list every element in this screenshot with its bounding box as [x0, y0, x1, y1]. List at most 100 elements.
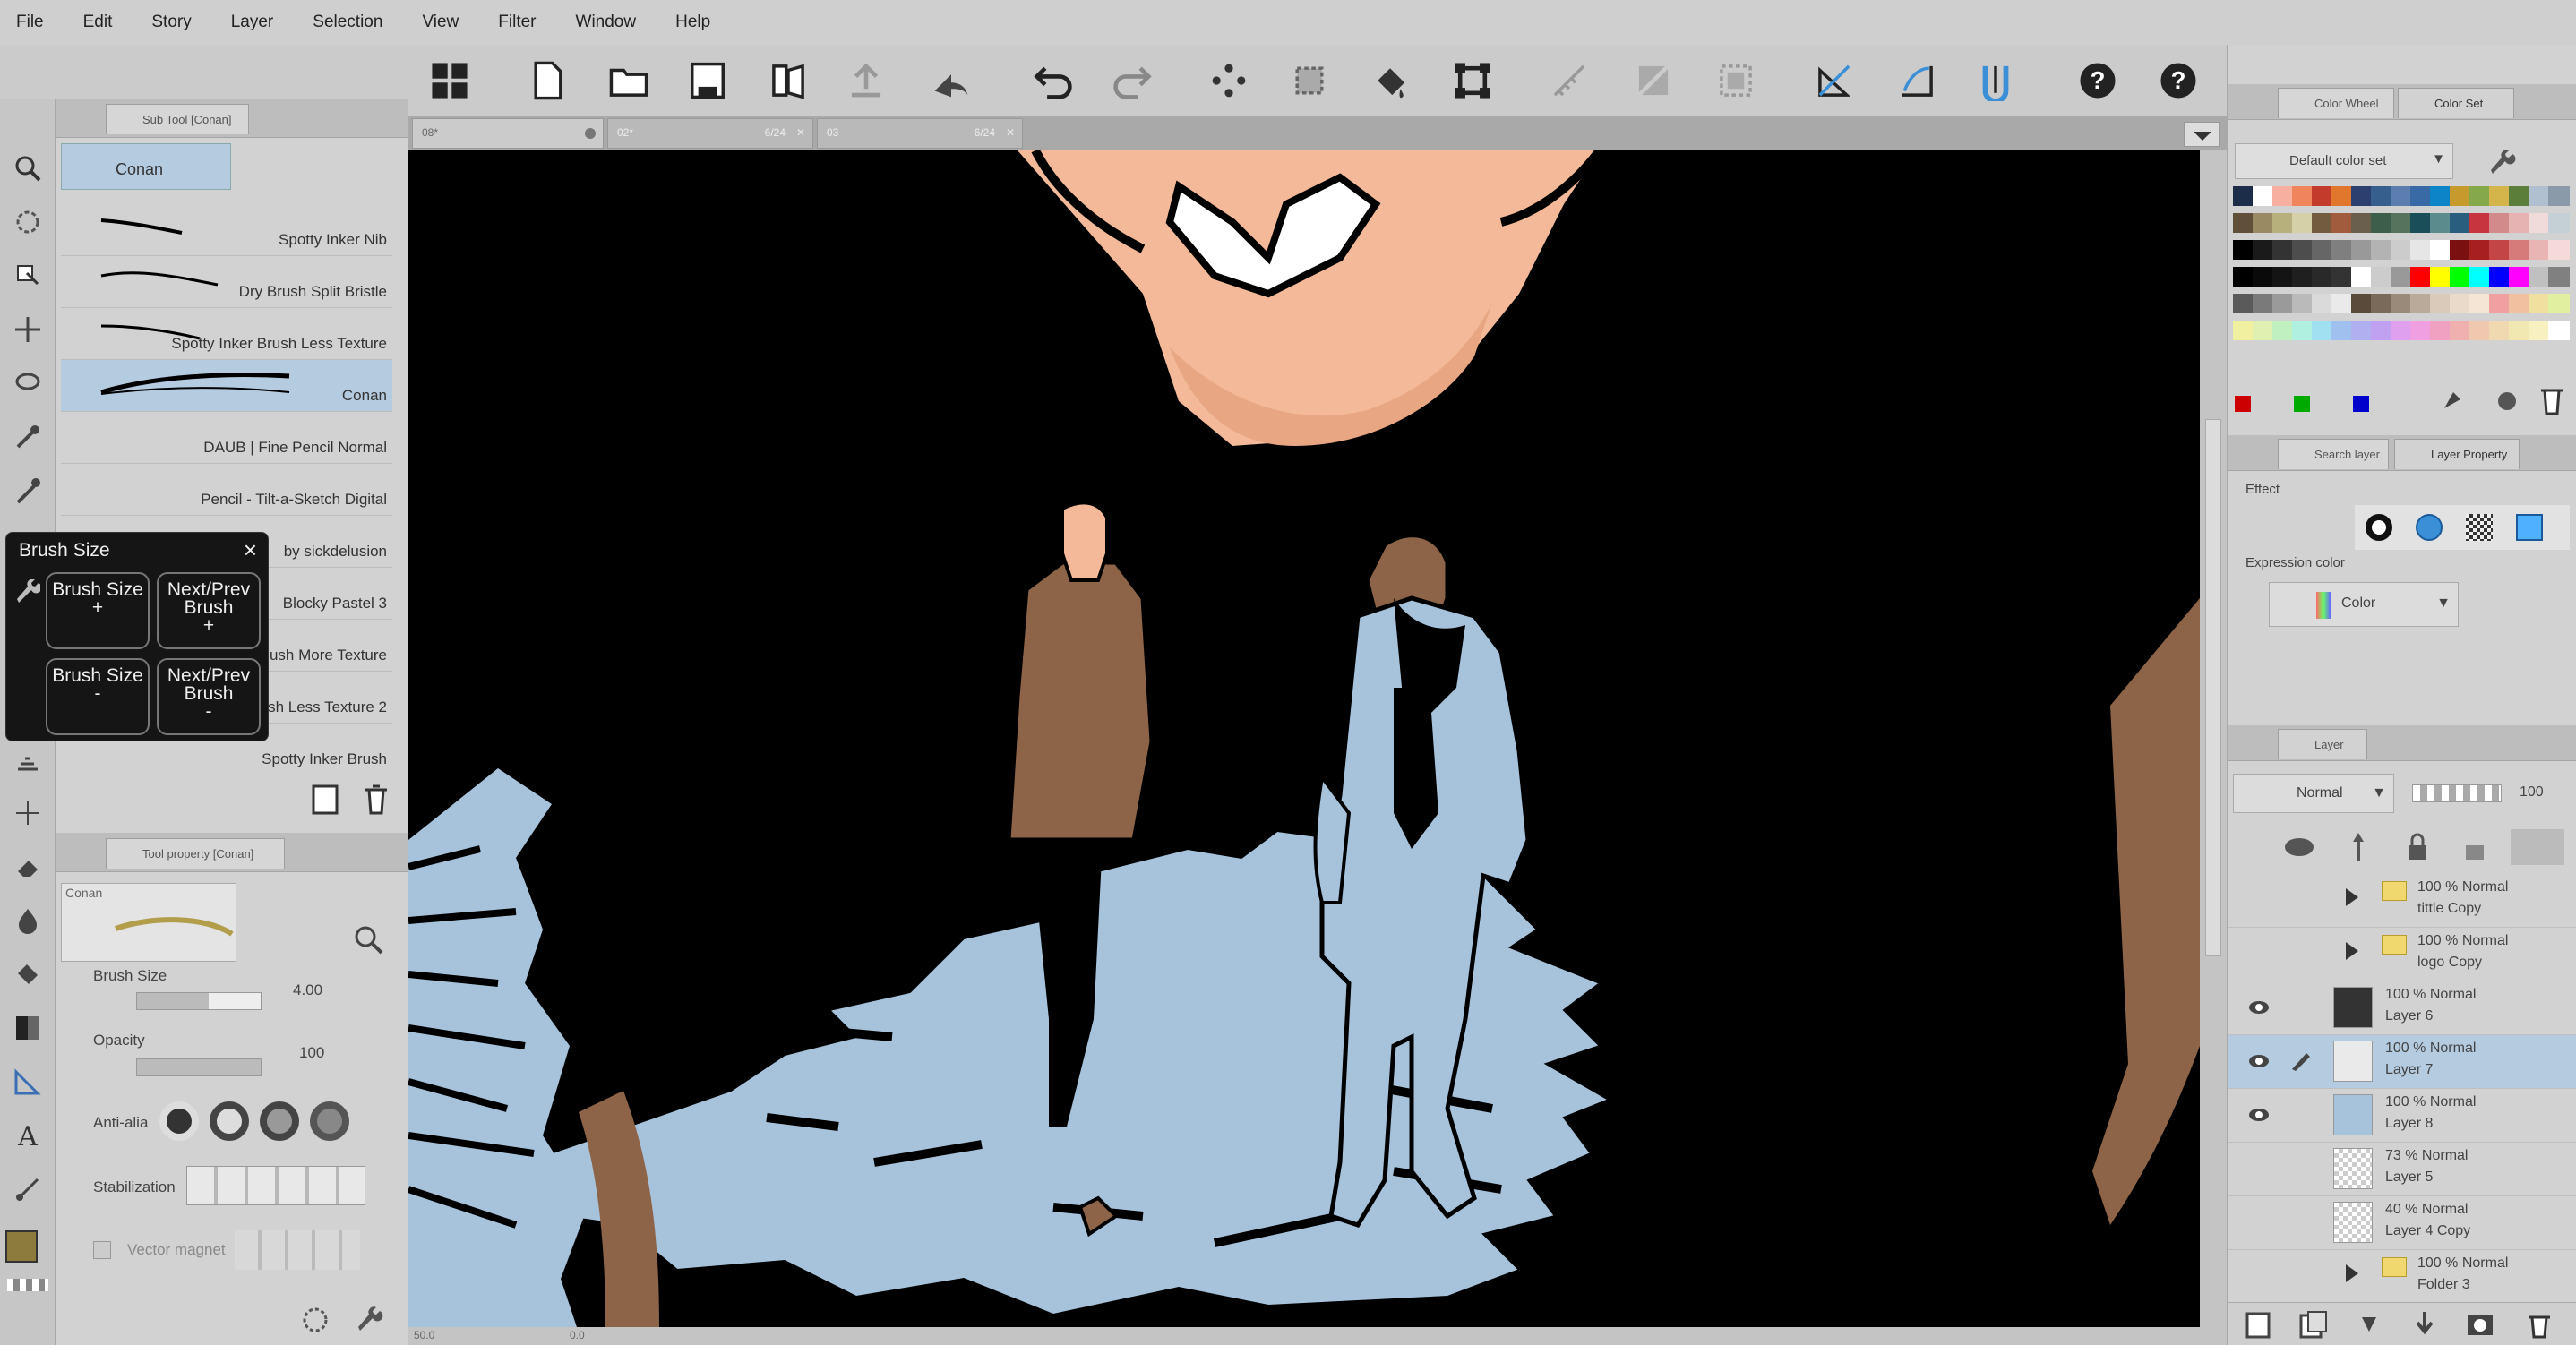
brush-size-decrease-button[interactable]: Brush Size - [46, 658, 150, 735]
delete-color-icon[interactable] [2534, 381, 2570, 417]
menu-help[interactable]: Help [675, 13, 710, 32]
color-swatch[interactable] [2312, 213, 2333, 233]
menu-edit[interactable]: Edit [83, 13, 113, 32]
color-swatch[interactable] [2391, 321, 2412, 340]
color-swatch[interactable] [2529, 213, 2550, 233]
lasso-tool-icon[interactable] [8, 364, 47, 403]
color-wheel-tab[interactable]: Color Wheel [2278, 88, 2394, 118]
wrench-icon[interactable] [15, 578, 42, 606]
color-swatch[interactable] [2312, 294, 2333, 313]
color-swatch[interactable] [2233, 321, 2254, 340]
lock-layer-icon[interactable] [2400, 829, 2435, 865]
menu-view[interactable]: View [422, 13, 459, 32]
color-swatch[interactable] [2371, 267, 2392, 287]
color-swatch[interactable] [2529, 240, 2550, 260]
extract-line-icon[interactable] [2516, 514, 2543, 541]
color-swatch[interactable] [2391, 240, 2412, 260]
vertical-scroll-thumb[interactable] [2205, 419, 2221, 956]
color-swatch[interactable] [2292, 213, 2314, 233]
color-swatch[interactable] [2371, 240, 2392, 260]
mask-icon[interactable] [2511, 829, 2564, 865]
paint-bucket-icon[interactable] [8, 955, 47, 994]
redo-icon[interactable] [1103, 52, 1161, 109]
snap-special-ruler-icon[interactable] [1888, 52, 1945, 109]
color-swatch[interactable] [2509, 213, 2530, 233]
snap-ruler-icon[interactable] [1806, 52, 1863, 109]
layer-row[interactable]: 100 % Normal tittle Copy [2228, 874, 2576, 928]
color-swatch[interactable] [2450, 240, 2471, 260]
visibility-toggle[interactable] [2247, 1266, 2271, 1286]
color-swatch[interactable] [2410, 186, 2432, 206]
color-swatch[interactable] [2410, 240, 2432, 260]
color-swatch[interactable] [2253, 186, 2274, 206]
color-swatch[interactable] [2509, 267, 2530, 287]
color-swatch[interactable] [2272, 267, 2294, 287]
color-swatch[interactable] [2351, 186, 2373, 206]
antialias-none-option[interactable] [159, 1101, 199, 1141]
stabilization-slider[interactable] [186, 1166, 365, 1205]
color-swatch[interactable] [2272, 321, 2294, 340]
color-swatch[interactable] [2430, 186, 2451, 206]
figure-tool-icon[interactable] [8, 1062, 47, 1101]
color-swatch[interactable] [2430, 213, 2451, 233]
menu-window[interactable]: Window [576, 13, 637, 32]
doc-tab-08[interactable]: 08* [412, 118, 604, 149]
color-swatch[interactable] [2509, 294, 2530, 313]
reference-layer-icon[interactable] [2340, 829, 2376, 865]
new-vector-layer-icon[interactable] [2297, 1308, 2330, 1341]
rotate-tool-icon[interactable] [8, 202, 47, 242]
layer-color-effect-icon[interactable] [2466, 514, 2493, 541]
color-swatch[interactable] [2509, 321, 2530, 340]
color-swatch[interactable] [2351, 213, 2373, 233]
color-swatch[interactable] [2430, 294, 2451, 313]
brush-size-increase-button[interactable]: Brush Size + [46, 572, 150, 649]
color-set-tab[interactable]: Color Set [2398, 88, 2514, 118]
vertical-scrollbar[interactable] [2200, 150, 2227, 1327]
layer-row[interactable]: 100 % Normal Layer 8 [2228, 1089, 2576, 1143]
expression-color-dropdown[interactable]: Color ▼ [2269, 582, 2459, 627]
brush-item-spotty-inker-nib[interactable]: Spotty Inker Nib [61, 204, 392, 256]
color-swatch[interactable] [2371, 186, 2392, 206]
color-swatch[interactable] [2430, 267, 2451, 287]
color-swatch[interactable] [2253, 213, 2274, 233]
color-swatch[interactable] [2292, 240, 2314, 260]
open-folder-icon[interactable] [600, 52, 657, 109]
text-tool-icon[interactable]: A [8, 1116, 47, 1155]
color-swatch[interactable] [2351, 240, 2373, 260]
vector-magnet-checkbox[interactable] [93, 1241, 111, 1259]
new-file-icon[interactable] [519, 52, 577, 109]
transparent-color-icon[interactable] [7, 1279, 48, 1291]
color-swatch[interactable] [2371, 321, 2392, 340]
color-swatch[interactable] [2391, 294, 2412, 313]
color-swatch[interactable] [2548, 267, 2570, 287]
undo-icon[interactable] [1025, 52, 1082, 109]
help-icon[interactable]: ? [2069, 52, 2126, 109]
color-swatch[interactable] [2331, 240, 2353, 260]
color-swatch[interactable] [2253, 240, 2274, 260]
add-color-icon[interactable] [2489, 381, 2525, 417]
subtool-settings-icon[interactable] [299, 1304, 331, 1336]
lock-transparent-icon[interactable] [2457, 829, 2493, 865]
color-swatch[interactable] [2548, 240, 2570, 260]
subtool-tab[interactable]: Sub Tool [Conan] [106, 104, 249, 134]
color-swatch[interactable] [2272, 186, 2294, 206]
grid-menu-icon[interactable] [421, 52, 478, 109]
color-swatch[interactable] [2430, 321, 2451, 340]
menu-file[interactable]: File [16, 13, 44, 32]
color-swatch[interactable] [2529, 321, 2550, 340]
color-swatch[interactable] [2450, 321, 2471, 340]
layer-row[interactable]: 40 % Normal Layer 4 Copy [2228, 1196, 2576, 1250]
color-swatch[interactable] [2489, 294, 2511, 313]
expand-folder-icon[interactable] [2346, 888, 2358, 906]
ruler-off-icon[interactable] [1541, 52, 1598, 109]
merge-down-icon[interactable] [2409, 1308, 2441, 1341]
settings-magnifier-icon[interactable] [351, 922, 387, 958]
share-icon[interactable] [923, 52, 980, 109]
color-swatch[interactable] [2509, 240, 2530, 260]
eye-icon[interactable] [2247, 998, 2271, 1017]
color-swatch[interactable] [2450, 267, 2471, 287]
color-swatch[interactable] [2351, 294, 2373, 313]
color-swatch[interactable] [2489, 213, 2511, 233]
upload-icon[interactable] [837, 52, 895, 109]
delete-layer-icon[interactable] [2523, 1308, 2555, 1341]
